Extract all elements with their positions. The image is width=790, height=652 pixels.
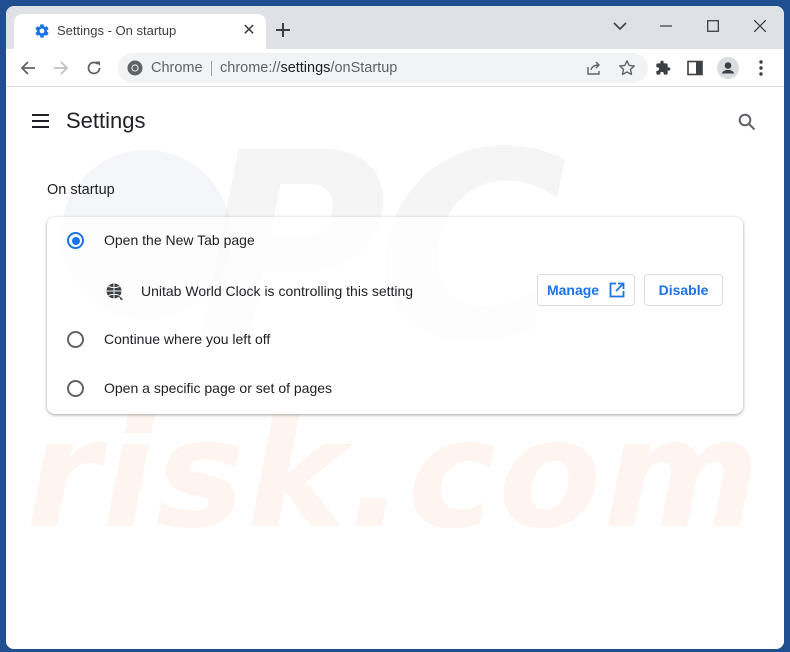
reload-button[interactable] xyxy=(82,56,106,80)
startup-options-card: Open the New Tab page Unitab World Clock… xyxy=(47,217,743,414)
page-title: Settings xyxy=(66,108,146,133)
close-window-button[interactable] xyxy=(746,14,774,38)
url-prefix: chrome:// xyxy=(220,60,281,76)
option-label: Open a specific page or set of pages xyxy=(104,380,333,396)
watermark-risk: risk.com xyxy=(26,388,762,562)
radio-button[interactable] xyxy=(67,331,84,348)
url-path: /onStartup xyxy=(330,60,398,76)
url-text[interactable]: chrome://settings/onStartup xyxy=(220,60,397,76)
manage-button[interactable]: Manage xyxy=(537,274,635,306)
option-label: Continue where you left off xyxy=(104,331,271,347)
manage-label: Manage xyxy=(546,282,600,298)
option-label: Open the New Tab page xyxy=(104,232,255,248)
omnibox-divider xyxy=(211,61,212,76)
radio-button-checked[interactable] xyxy=(67,232,84,249)
option-new-tab[interactable]: Open the New Tab page xyxy=(47,222,743,262)
profile-button[interactable] xyxy=(716,56,740,80)
reload-icon xyxy=(87,61,101,75)
chevron-down-icon xyxy=(613,22,627,31)
minimize-button[interactable] xyxy=(652,14,680,38)
extensions-puzzle-icon xyxy=(656,60,671,75)
toolbar: Chrome chrome://settings/onStartup xyxy=(6,49,784,87)
tab-search-button[interactable] xyxy=(606,14,634,38)
gear-icon xyxy=(35,24,49,38)
omnibox[interactable]: Chrome chrome://settings/onStartup xyxy=(118,53,648,83)
forward-arrow-icon xyxy=(54,61,69,75)
back-button[interactable] xyxy=(16,56,40,80)
disable-label: Disable xyxy=(658,282,709,298)
option-specific-pages[interactable]: Open a specific page or set of pages xyxy=(47,370,743,410)
option-continue[interactable]: Continue where you left off xyxy=(47,321,743,361)
search-icon[interactable] xyxy=(737,112,757,132)
side-panel-icon xyxy=(687,60,703,76)
close-icon xyxy=(754,20,766,32)
url-host: settings xyxy=(280,60,331,76)
share-icon[interactable] xyxy=(585,59,603,77)
disable-button[interactable]: Disable xyxy=(644,274,723,306)
tab-settings[interactable]: Settings - On startup ✕ xyxy=(14,14,266,49)
star-icon[interactable] xyxy=(618,59,636,77)
forward-button[interactable] xyxy=(49,56,73,80)
profile-avatar-icon xyxy=(717,57,739,79)
extension-notice-text: Unitab World Clock is controlling this s… xyxy=(141,283,414,299)
side-panel-button[interactable] xyxy=(683,56,707,80)
plus-icon xyxy=(276,23,290,37)
settings-page: PC risk.com Settings On startup Open the… xyxy=(6,88,784,649)
extension-globe-icon xyxy=(106,283,123,300)
hamburger-menu-icon[interactable] xyxy=(30,112,52,130)
site-chip: Chrome xyxy=(151,60,203,76)
chrome-logo-icon xyxy=(127,60,143,76)
open-in-new-icon xyxy=(609,282,625,298)
maximize-icon xyxy=(707,20,719,32)
minimize-icon xyxy=(660,25,672,27)
section-title: On startup xyxy=(47,182,115,198)
browser-window: Settings - On startup ✕ Chrome chrome://… xyxy=(6,6,784,649)
new-tab-button[interactable] xyxy=(272,19,294,41)
extension-control-notice: Unitab World Clock is controlling this s… xyxy=(47,274,743,308)
extensions-button[interactable] xyxy=(651,56,675,80)
tab-title: Settings - On startup xyxy=(57,23,177,38)
menu-button[interactable] xyxy=(749,56,773,80)
radio-button[interactable] xyxy=(67,380,84,397)
more-vert-icon xyxy=(759,60,763,76)
tab-strip: Settings - On startup ✕ xyxy=(6,6,784,49)
close-icon[interactable]: ✕ xyxy=(240,22,258,40)
maximize-button[interactable] xyxy=(699,14,727,38)
back-arrow-icon xyxy=(20,61,35,75)
